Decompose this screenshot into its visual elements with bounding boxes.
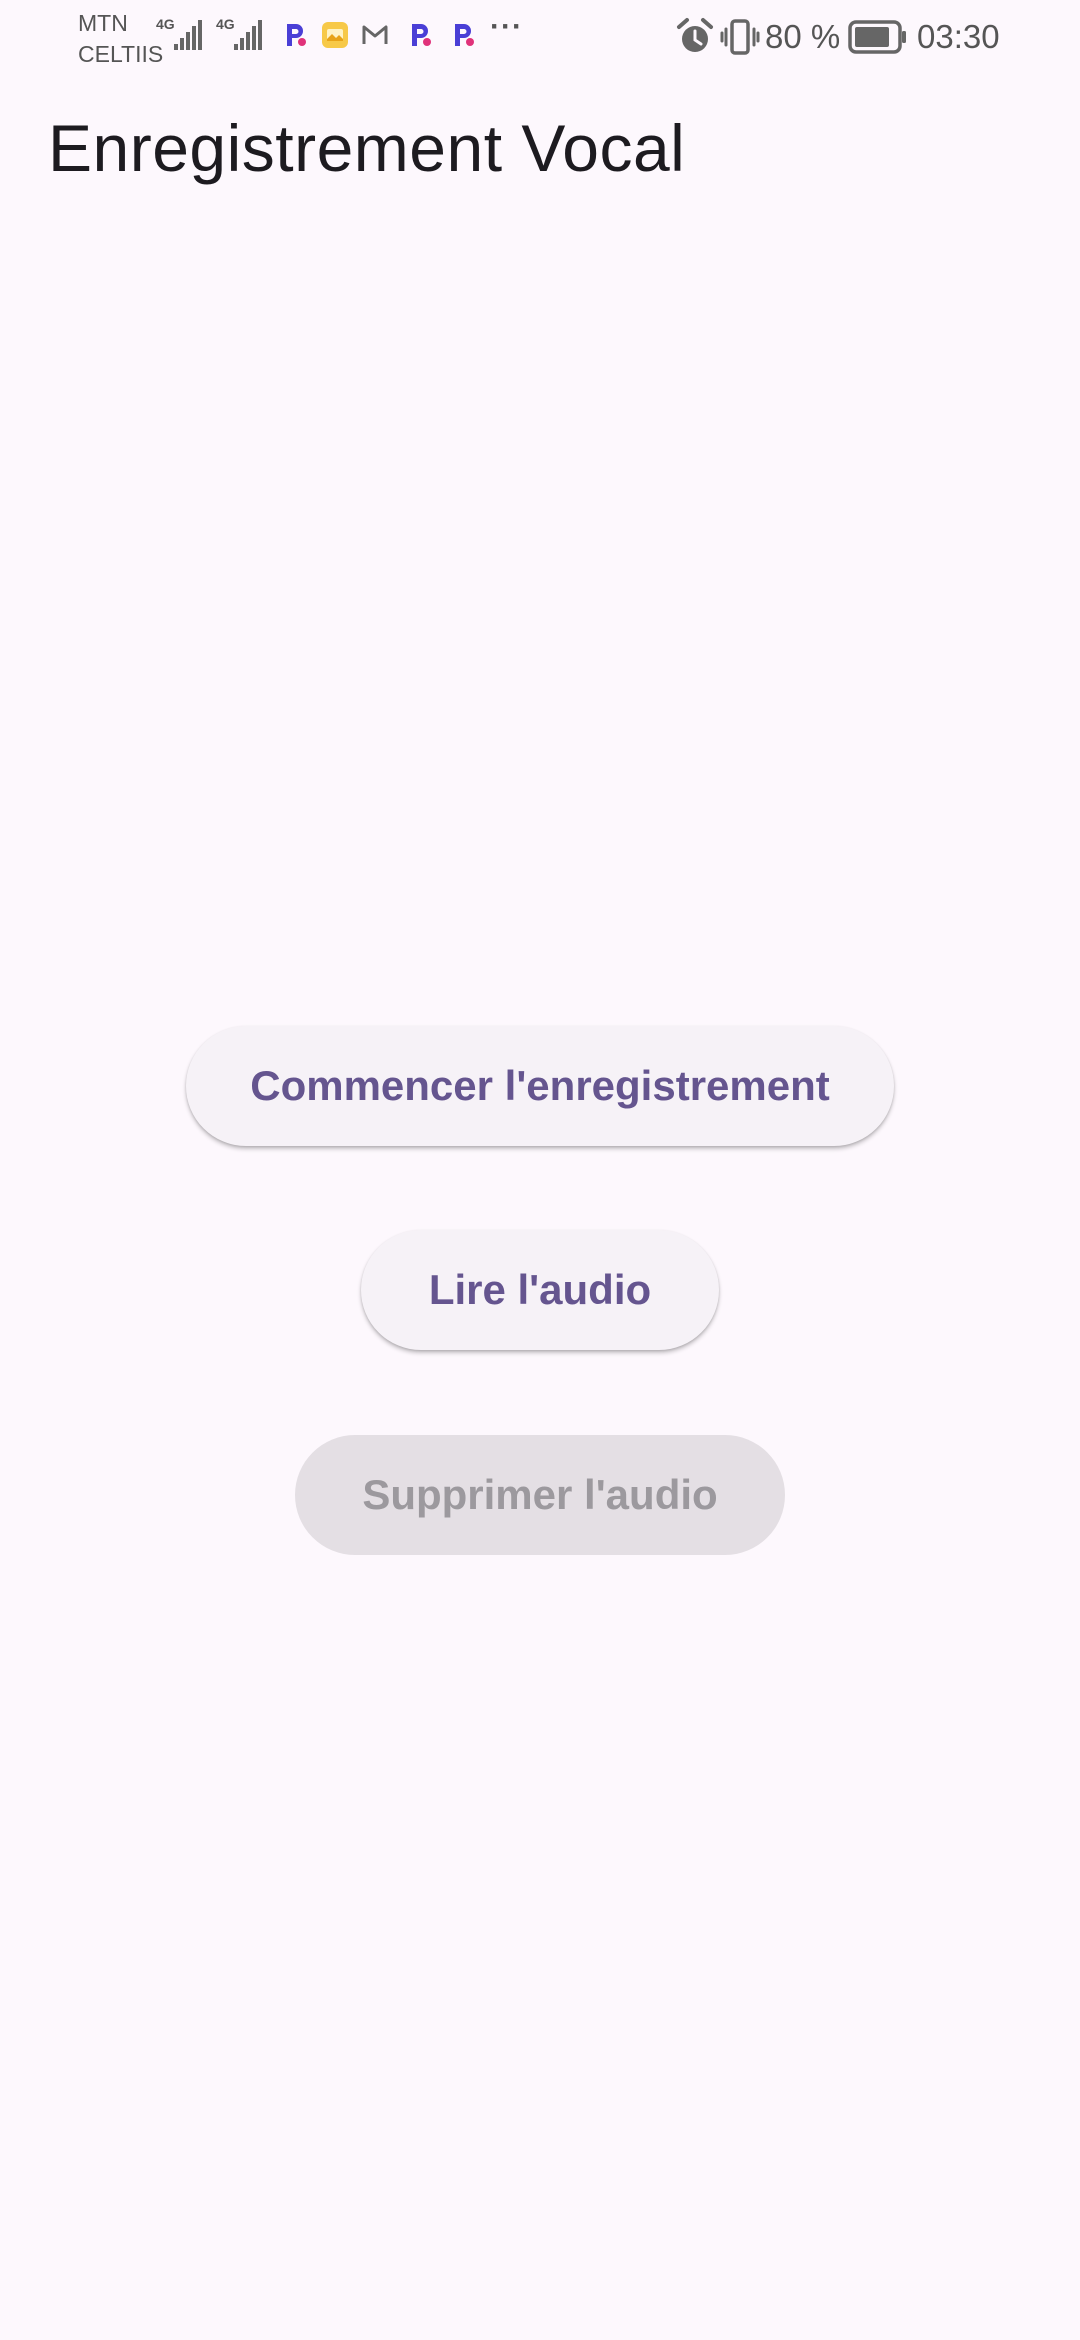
signal-icon: 4G [156, 16, 208, 57]
page-title: Enregistrement Vocal [48, 111, 686, 185]
more-notifications-icon: ··· [490, 10, 523, 43]
play-audio-button[interactable]: Lire l'audio [361, 1230, 719, 1350]
play-audio-label: Lire l'audio [428, 1266, 652, 1313]
battery-percent: 80 % [765, 18, 841, 55]
vibrate-icon [720, 19, 760, 55]
carrier-label: MTN CELTIIS [78, 8, 163, 70]
start-recording-label: Commencer l'enregistrement [250, 1062, 830, 1109]
status-bar: MTN CELTIIS 4G 4G ··· 80 % 03:30 [0, 0, 1080, 76]
network-type-label: 4G [216, 16, 235, 32]
network-type-label: 4G [156, 16, 175, 32]
alarm-icon [677, 18, 713, 52]
signal-icon: 4G [216, 16, 268, 57]
p-app-icon [287, 24, 306, 46]
gallery-icon [322, 22, 348, 48]
status-time: 03:30 [917, 18, 1000, 55]
p-app-icon [412, 24, 431, 46]
delete-audio-button[interactable]: Supprimer l'audio [295, 1435, 785, 1555]
gmail-icon [362, 25, 388, 44]
battery-icon [848, 20, 906, 54]
delete-audio-label: Supprimer l'audio [362, 1471, 718, 1518]
carrier-line-2: CELTIIS [78, 41, 164, 67]
start-recording-button[interactable]: Commencer l'enregistrement [186, 1026, 894, 1146]
carrier-line-1: MTN [78, 10, 128, 36]
p-app-icon [455, 24, 474, 46]
